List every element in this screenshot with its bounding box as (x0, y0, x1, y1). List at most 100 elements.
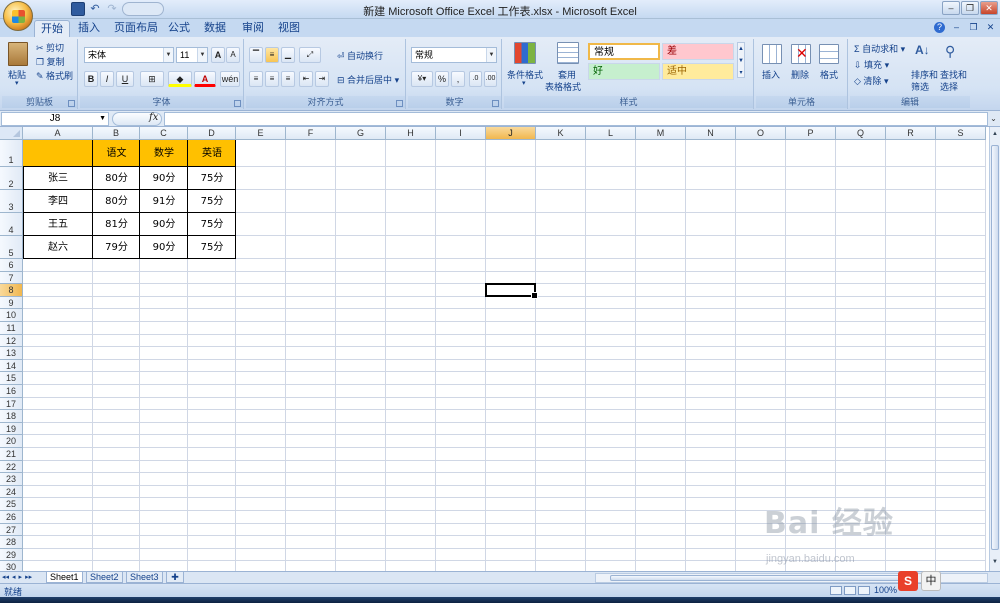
insert-function-button[interactable]: fx (149, 112, 158, 123)
format-cells-button[interactable]: 格式 (820, 68, 838, 81)
column-header-q[interactable]: Q (836, 127, 886, 140)
font-launcher-icon[interactable] (234, 100, 241, 107)
font-name-combo[interactable]: 宋体 ▼ (84, 47, 174, 63)
row-header-4[interactable]: 4 (0, 213, 23, 236)
row-header-19[interactable]: 19 (0, 422, 23, 436)
sheet-tab-1[interactable]: Sheet1 (46, 572, 83, 583)
style-gallery-scroll[interactable]: ▲ ▼ ▾ (737, 42, 745, 78)
column-header-j[interactable]: J (486, 127, 536, 140)
row-header-1[interactable]: 1 (0, 140, 23, 167)
comma-style-button[interactable]: , (451, 71, 465, 87)
sort-filter-button[interactable]: 筛选 (911, 80, 929, 93)
copy-button[interactable]: ❐ 复制 (36, 55, 65, 68)
number-format-combo[interactable]: 常规 ▼ (411, 47, 497, 63)
bold-button[interactable]: B (84, 71, 98, 87)
italic-button[interactable]: I (100, 71, 114, 87)
column-header-m[interactable]: M (636, 127, 686, 140)
percent-button[interactable]: % (435, 71, 449, 87)
column-header-d[interactable]: D (188, 127, 236, 140)
tab-data[interactable]: 数据 (198, 20, 232, 37)
row-header-6[interactable]: 6 (0, 259, 23, 272)
student-name-cell[interactable]: 赵六 (23, 236, 93, 259)
find-select-button[interactable]: 选择 (940, 80, 958, 93)
help-icon[interactable]: ? (934, 22, 945, 33)
office-button[interactable] (3, 1, 33, 31)
column-header-n[interactable]: N (686, 127, 736, 140)
row-header-23[interactable]: 23 (0, 473, 23, 486)
sogou-ime-icon[interactable]: S (898, 571, 918, 591)
style-bad[interactable]: 差 (662, 43, 734, 60)
close-button[interactable]: ✕ (980, 1, 998, 15)
name-box[interactable]: J8 ▼ (1, 112, 109, 126)
student-name-cell[interactable]: 张三 (23, 167, 93, 190)
underline-button[interactable]: U (116, 71, 134, 87)
font-size-combo[interactable]: 11 ▼ (176, 47, 208, 63)
grow-font-button[interactable]: A (211, 47, 225, 63)
row-header-5[interactable]: 5 (0, 236, 23, 259)
row-header-9[interactable]: 9 (0, 296, 23, 310)
increase-indent-button[interactable]: ⇥ (315, 71, 329, 87)
first-sheet-icon[interactable]: ◂◂ (2, 573, 9, 581)
align-center-button[interactable]: ≡ (265, 71, 279, 87)
number-launcher-icon[interactable] (492, 100, 499, 107)
row-header-26[interactable]: 26 (0, 511, 23, 524)
row-header-21[interactable]: 21 (0, 448, 23, 461)
row-header-8[interactable]: 8 (0, 284, 23, 297)
row-header-30[interactable]: 30 (0, 561, 23, 571)
shrink-font-button[interactable]: A (226, 47, 240, 63)
accounting-format-button[interactable]: ¥▾ (411, 71, 433, 87)
row-header-17[interactable]: 17 (0, 397, 23, 411)
clipboard-launcher-icon[interactable] (68, 100, 75, 107)
row-header-15[interactable]: 15 (0, 372, 23, 385)
student-name-cell[interactable]: 王五 (23, 213, 93, 236)
font-color-button[interactable]: A (194, 71, 216, 87)
workbook-restore-icon[interactable]: ❐ (968, 22, 979, 33)
table-format-button[interactable]: 表格格式 (545, 80, 581, 93)
horizontal-scroll-thumb[interactable] (610, 575, 910, 581)
format-painter-button[interactable]: ✎ 格式刷 (36, 69, 73, 82)
fill-color-button[interactable]: ◆ (168, 71, 192, 87)
row-header-14[interactable]: 14 (0, 359, 23, 373)
insert-sheet-icon[interactable]: ✚ (166, 572, 184, 583)
ribbon-minimize-icon[interactable]: – (951, 22, 962, 33)
score-cell[interactable]: 80分 (93, 167, 140, 190)
style-neutral[interactable]: 适中 (662, 63, 734, 80)
style-normal[interactable]: 常规 (588, 43, 660, 60)
score-cell[interactable]: 90分 (140, 236, 188, 259)
scroll-down-icon[interactable]: ▼ (990, 557, 1000, 567)
column-header-s[interactable]: S (936, 127, 986, 140)
workbook-close-icon[interactable]: ✕ (985, 22, 996, 33)
align-left-button[interactable]: ≡ (249, 71, 263, 87)
score-cell[interactable]: 91分 (140, 190, 188, 213)
zoom-level[interactable]: 100% (874, 585, 897, 595)
paste-dropdown-icon[interactable]: ▾ (15, 79, 19, 87)
column-header-a[interactable]: A (23, 127, 93, 140)
row-header-7[interactable]: 7 (0, 271, 23, 285)
align-right-button[interactable]: ≡ (281, 71, 295, 87)
tab-review[interactable]: 审阅 (236, 20, 270, 37)
row-header-10[interactable]: 10 (0, 309, 23, 322)
wrap-text-button[interactable]: ⏎ 自动换行 (337, 49, 383, 62)
row-header-2[interactable]: 2 (0, 167, 23, 190)
next-sheet-icon[interactable]: ▸ (19, 573, 23, 581)
column-header-o[interactable]: O (736, 127, 786, 140)
page-break-view-icon[interactable] (858, 586, 870, 595)
delete-cells-button[interactable]: 删除 (791, 68, 809, 81)
score-cell[interactable]: 79分 (93, 236, 140, 259)
expand-formula-bar-icon[interactable]: ⌄ (989, 112, 998, 126)
row-header-13[interactable]: 13 (0, 347, 23, 360)
score-cell[interactable]: 90分 (140, 213, 188, 236)
tab-insert[interactable]: 插入 (72, 20, 106, 37)
normal-view-icon[interactable] (830, 586, 842, 595)
column-header-r[interactable]: R (886, 127, 936, 140)
header-cell[interactable]: 数学 (140, 140, 188, 167)
row-header-3[interactable]: 3 (0, 190, 23, 213)
style-good[interactable]: 好 (588, 63, 660, 80)
score-cell[interactable]: 75分 (188, 236, 236, 259)
tab-formulas[interactable]: 公式 (162, 20, 196, 37)
merge-center-button[interactable]: ⊟ 合并后居中 ▾ (337, 73, 399, 86)
cut-button[interactable]: ✂ 剪切 (36, 41, 64, 54)
row-header-24[interactable]: 24 (0, 485, 23, 499)
row-header-27[interactable]: 27 (0, 523, 23, 537)
insert-cells-button[interactable]: 插入 (762, 68, 780, 81)
